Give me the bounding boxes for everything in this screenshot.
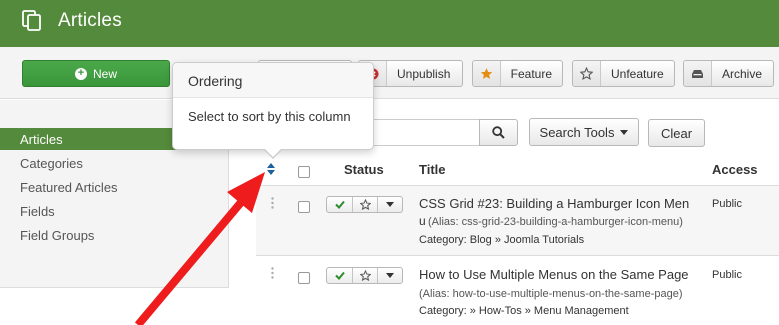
caret-down-icon: [620, 129, 629, 135]
ordering-popover: Ordering Select to sort by this column: [172, 62, 374, 150]
star-filled-icon: [473, 61, 501, 86]
article-alias: (Alias: css-grid-23-building-a-hamburger…: [428, 216, 683, 228]
sidebar-item-featured-articles[interactable]: Featured Articles: [0, 176, 228, 198]
article-title-link-wrap[interactable]: u: [419, 214, 426, 228]
sidebar-item-categories[interactable]: Categories: [0, 152, 228, 174]
featured-toggle-star-icon[interactable]: [353, 197, 378, 212]
article-category: Category: » How-Tos » Menu Management: [419, 305, 629, 317]
archive-button[interactable]: Archive: [683, 60, 774, 87]
published-check-icon[interactable]: [327, 197, 353, 212]
toolbar: + New Unpublish Feature Unfeature Archiv…: [0, 47, 779, 99]
archive-icon: [684, 61, 712, 86]
status-button-group: [326, 267, 403, 284]
unfeature-button[interactable]: Unfeature: [572, 60, 675, 87]
row-checkbox[interactable]: [298, 201, 310, 213]
sort-icon[interactable]: [266, 162, 276, 176]
column-header-title[interactable]: Title: [419, 162, 446, 177]
actions-dropdown-toggle[interactable]: [378, 197, 402, 212]
search-tools-label: Search Tools: [539, 124, 615, 140]
published-check-icon[interactable]: [327, 268, 353, 283]
articles-copy-icon: [22, 10, 41, 31]
search-icon: [492, 126, 505, 139]
article-title-link[interactable]: How to Use Multiple Menus on the Same Pa…: [419, 267, 689, 282]
article-title-link[interactable]: CSS Grid #23: Building a Hamburger Icon …: [419, 196, 689, 211]
status-button-group: [326, 196, 403, 213]
feature-button[interactable]: Feature: [472, 60, 563, 87]
check-all-checkbox[interactable]: [298, 166, 310, 178]
popover-content: Select to sort by this column: [188, 109, 351, 124]
plus-circle-icon: +: [74, 67, 87, 80]
column-header-status[interactable]: Status: [344, 162, 384, 177]
featured-toggle-star-icon[interactable]: [353, 268, 378, 283]
caret-down-icon: [386, 273, 394, 278]
sidebar-item-field-groups[interactable]: Field Groups: [0, 224, 228, 246]
actions-dropdown-toggle[interactable]: [378, 268, 402, 283]
archive-button-label: Archive: [722, 66, 763, 81]
drag-handle-icon[interactable]: [271, 267, 274, 279]
sidebar-item-fields[interactable]: Fields: [0, 200, 228, 222]
star-outline-icon: [573, 61, 601, 86]
search-input[interactable]: [366, 119, 479, 146]
search-tools-button[interactable]: Search Tools: [529, 118, 639, 146]
popover-title: Ordering: [173, 63, 373, 98]
column-header-access[interactable]: Access: [712, 162, 758, 177]
unfeature-button-label: Unfeature: [611, 66, 664, 81]
unpublish-button-label: Unpublish: [397, 66, 451, 81]
row-checkbox[interactable]: [298, 272, 310, 284]
page-title: Articles: [58, 10, 122, 31]
caret-down-icon: [386, 202, 394, 207]
feature-button-label: Feature: [510, 66, 552, 81]
article-category: Category: Blog » Joomla Tutorials: [419, 234, 585, 246]
new-button[interactable]: + New: [22, 60, 170, 87]
new-button-label: New: [92, 66, 117, 81]
article-alias: (Alias: how-to-use-multiple-menus-on-the…: [419, 288, 683, 300]
search-button[interactable]: [479, 119, 518, 146]
drag-handle-icon[interactable]: [271, 197, 274, 209]
clear-button[interactable]: Clear: [648, 119, 705, 147]
article-access: Public: [712, 198, 742, 210]
article-access: Public: [712, 269, 742, 281]
popover-arrow-inner: [264, 148, 282, 157]
page-header: Articles: [0, 0, 779, 47]
